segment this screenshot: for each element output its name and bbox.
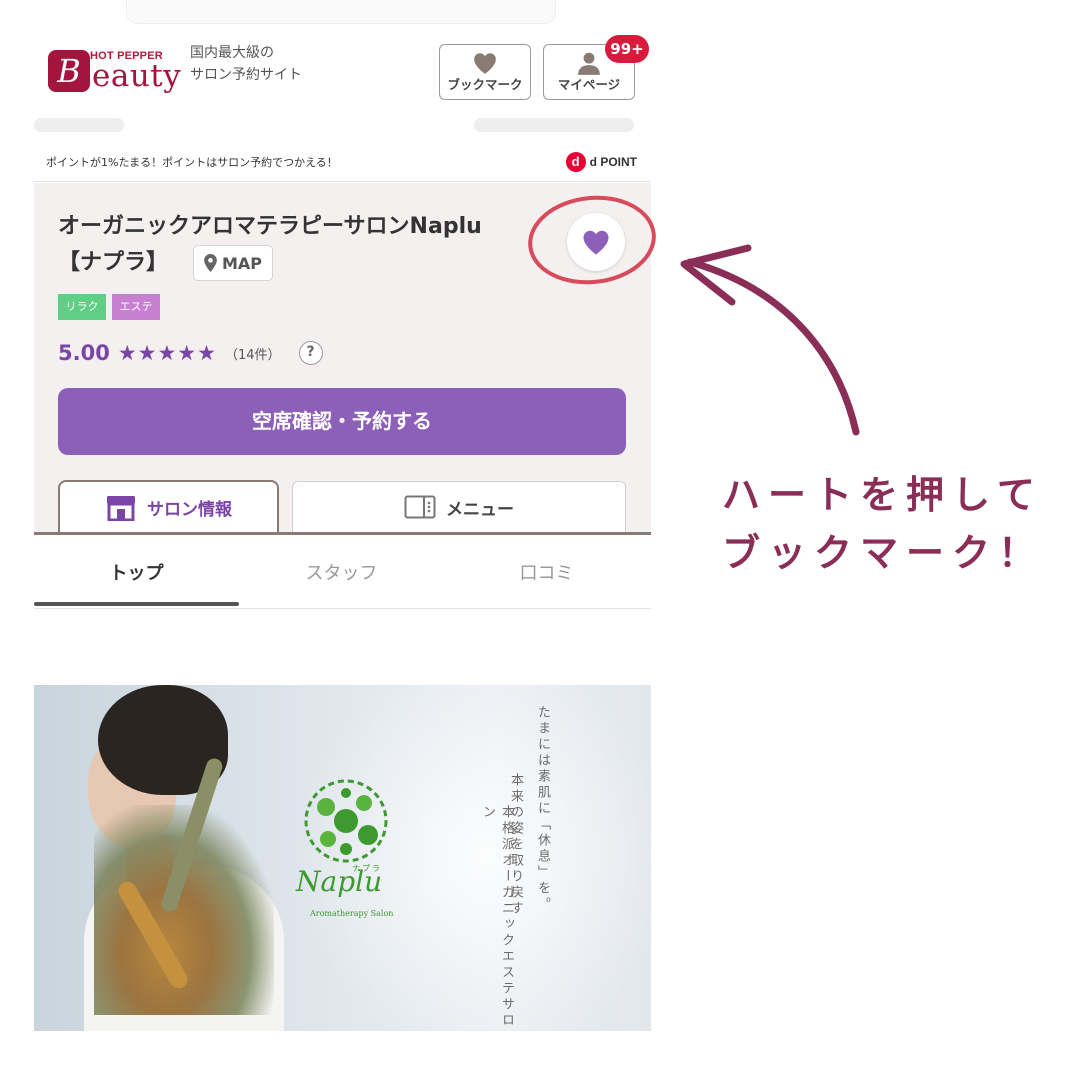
annotation-arrowhead (680, 244, 752, 306)
salon-info-panel: オーガニックアロマテラピーサロンNaplu 【ナプラ】 MAP リラク エステ … (34, 183, 651, 533)
tab-menu-label: メニュー (446, 499, 514, 520)
help-icon[interactable]: ? (298, 341, 323, 365)
notification-badge: 99+ (605, 35, 649, 63)
d-point-label: d POINT (589, 155, 637, 169)
tab-menu[interactable]: メニュー (292, 481, 626, 532)
heart-icon (474, 53, 496, 74)
subtab-staff[interactable]: スタッフ (239, 559, 444, 585)
bookmark-label: ブックマーク (447, 77, 523, 92)
blurred-ad-right (474, 118, 634, 132)
subtab-active-indicator (34, 602, 239, 606)
map-button[interactable]: MAP (193, 245, 273, 281)
logo-word: eauty (92, 58, 182, 94)
subtab-reviews[interactable]: 口コミ (444, 559, 649, 585)
site-tagline: 国内最大級の サロン予約サイト (190, 42, 340, 86)
annotation-text-line-2: ブックマーク！ (722, 531, 1045, 575)
d-point-icon: d (565, 152, 586, 172)
salon-hero-image: Naplu ナプラ Aromatherapy Salon たまには素肌に「休息」… (34, 685, 651, 1031)
hero-copy-line-3: 本格派オーガニックエステサロン (480, 805, 514, 1029)
ad-banner-strip (34, 114, 651, 138)
blurred-ad-left (34, 118, 124, 132)
app-screen: B HOT PEPPER eauty 国内最大級の サロン予約サイト ブックマー… (34, 0, 651, 1080)
heart-icon (583, 230, 609, 255)
logo-initial: B (48, 50, 90, 92)
sub-tab-bar: トップ スタッフ 口コミ (34, 535, 651, 609)
category-tag-esthetic[interactable]: エステ (112, 294, 160, 320)
user-icon (578, 52, 600, 75)
shop-icon (107, 495, 135, 521)
rating-row[interactable]: 5.00 ★★★★★ （14件） ? (58, 341, 323, 365)
map-label: MAP (221, 253, 263, 273)
naplu-ruby: ナプラ (352, 864, 382, 873)
naplu-floral-logo-icon (304, 779, 388, 863)
d-point-logo: d d POINT (565, 151, 637, 173)
hotpepper-beauty-logo[interactable]: B HOT PEPPER eauty (48, 44, 188, 100)
subtab-top[interactable]: トップ (34, 559, 239, 585)
rating-score: 5.00 (58, 341, 110, 365)
category-tag-relax[interactable]: リラク (58, 294, 106, 320)
salon-name: オーガニックアロマテラピーサロンNaplu (58, 214, 482, 239)
annotation-arrow (686, 258, 860, 436)
naplu-subtitle: Aromatherapy Salon (310, 909, 394, 918)
tagline-text: 国内最大級の サロン予約サイト (190, 45, 302, 83)
search-bar-fragment[interactable] (126, 0, 556, 24)
map-pin-icon (204, 254, 217, 272)
tab-salon-info[interactable]: サロン情報 (58, 480, 279, 533)
salon-name-kana: 【ナプラ】 (58, 250, 169, 275)
review-count: （14件） (224, 347, 281, 363)
bookmark-button[interactable]: ブックマーク (439, 44, 531, 100)
favorite-heart-button[interactable] (567, 213, 625, 271)
tab-salon-info-label: サロン情報 (147, 500, 232, 520)
star-rating-icon: ★★★★★ (117, 341, 217, 365)
points-banner[interactable]: ポイントが1%たまる！ポイントはサロン予約でつかえる！ d d POINT (34, 148, 651, 182)
menu-book-icon (404, 495, 436, 519)
hero-copy-line-1: たまには素肌に「休息」を。 (535, 705, 550, 913)
mypage-label: マイページ (557, 77, 621, 92)
annotation-text-line-1: ハートを押して (722, 473, 1043, 517)
points-text: ポイントが1%たまる！ポイントはサロン予約でつかえる！ (46, 156, 338, 169)
reserve-button[interactable]: 空席確認・予約する (58, 388, 626, 455)
